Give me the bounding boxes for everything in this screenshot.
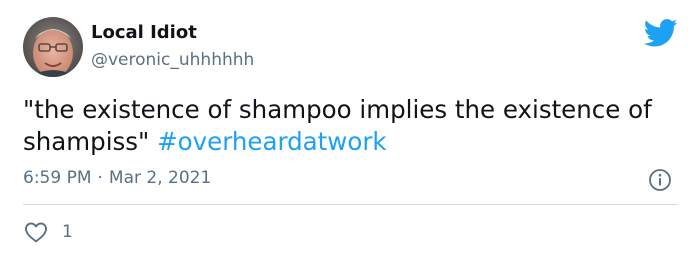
tweet-time[interactable]: 6:59 PM [23,168,92,188]
tweet-date[interactable]: Mar 2, 2021 [109,168,211,188]
divider [23,204,678,205]
tweet-text-line-2: shampiss" #overheardatwork [23,126,683,158]
hashtag-link[interactable]: #overheardatwork [157,127,386,156]
twitter-bird-icon[interactable] [644,19,678,47]
tweet-card: Local Idiot @veronic_uhhhhhh "the existe… [0,0,700,258]
author-display-name[interactable]: Local Idiot [91,22,197,44]
like-count: 1 [62,222,73,242]
tweet-timestamp: 6:59 PM · Mar 2, 2021 [23,167,211,189]
like-button[interactable]: 1 [24,220,73,244]
person-face-avatar-icon [23,17,83,77]
heart-outline-icon [25,222,47,243]
avatar[interactable] [23,17,83,77]
tweet-text: "the existence of shampoo implies the ex… [23,94,683,158]
meta-separator: · [97,168,103,188]
tweet-text-line-1: "the existence of shampoo implies the ex… [23,95,652,124]
info-circle-icon[interactable] [648,168,672,192]
author-handle[interactable]: @veronic_uhhhhhh [91,49,254,71]
tweet-text-line-2-body: shampiss" [23,127,158,156]
